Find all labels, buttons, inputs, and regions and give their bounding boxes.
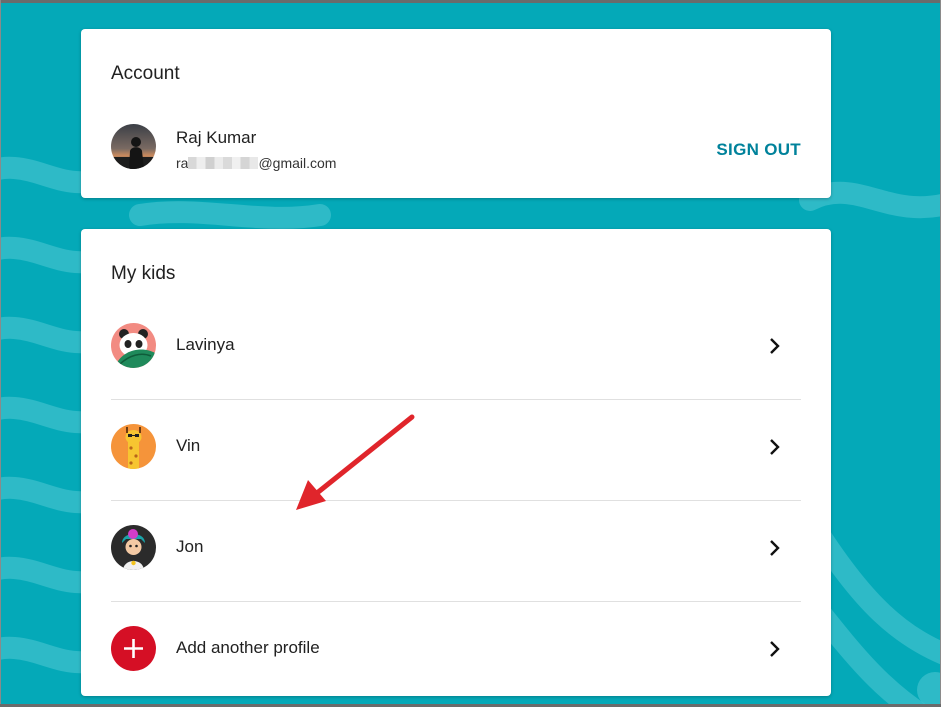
chevron-right-icon (770, 439, 780, 455)
email-suffix: @gmail.com (258, 155, 337, 171)
email-redacted-block (188, 157, 259, 169)
user-email: ra @gmail.com (176, 155, 336, 171)
plus-icon (124, 639, 143, 658)
sign-out-button[interactable]: SIGN OUT (716, 140, 801, 160)
add-profile-row[interactable]: Add another profile (111, 602, 801, 702)
account-title: Account (111, 63, 180, 84)
kid-name: Lavinya (176, 335, 235, 354)
kid-name: Vin (176, 436, 201, 455)
chevron-right-icon (770, 641, 780, 657)
chevron-right-icon (770, 540, 780, 556)
window-frame-top (0, 0, 941, 3)
user-photo-icon (111, 124, 156, 169)
giraffe-avatar-icon (111, 424, 156, 469)
panda-leaf-avatar-icon (111, 323, 156, 368)
kid-profile-row-vin[interactable]: Vin (111, 400, 801, 500)
add-profile-label: Add another profile (176, 638, 320, 657)
user-name: Raj Kumar (176, 128, 257, 147)
email-prefix: ra (176, 155, 189, 171)
chevron-right-icon (770, 338, 780, 354)
window-frame-left (0, 0, 1, 707)
kid-profile-row-lavinya[interactable]: Lavinya (111, 299, 801, 399)
user-avatar (111, 124, 156, 169)
kid-profile-row-jon[interactable]: Jon (111, 501, 801, 601)
kid-name: Jon (176, 537, 204, 556)
my-kids-title: My kids (111, 263, 176, 284)
account-card: Account Raj Kumar ra @gmail.com SIGN OUT (81, 29, 831, 198)
add-profile-button[interactable] (111, 626, 156, 671)
my-kids-card: My kids Lavinya Vin Jon Add another prof… (81, 229, 831, 696)
pink-hair-kid-avatar-icon (111, 525, 156, 570)
